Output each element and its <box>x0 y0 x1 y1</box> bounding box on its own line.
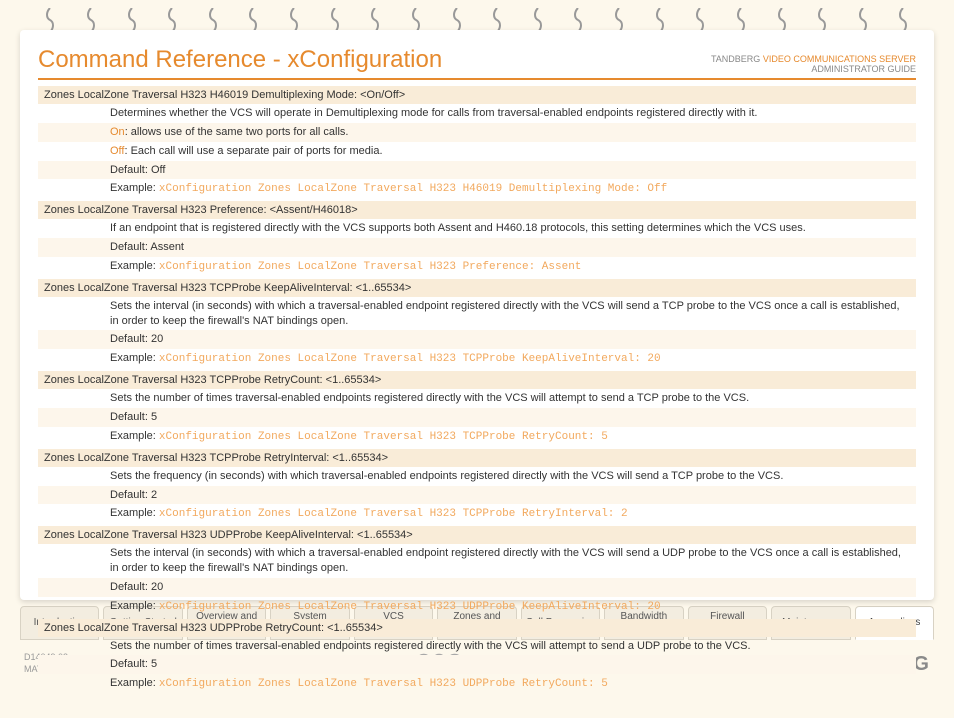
spiral-ring <box>816 8 828 32</box>
spiral-ring <box>369 8 381 32</box>
spiral-ring <box>166 8 178 32</box>
detail-line: Sets the frequency (in seconds) with whi… <box>38 467 916 486</box>
detail-line: Sets the interval (in seconds) with whic… <box>38 297 916 331</box>
example-line: Example: xConfiguration Zones LocalZone … <box>38 674 916 694</box>
detail-line: Sets the interval (in seconds) with whic… <box>38 544 916 578</box>
command-header: Zones LocalZone Traversal H323 UDPProbe … <box>38 526 916 544</box>
example-label: Example: <box>110 260 159 272</box>
command-header: Zones LocalZone Traversal H323 UDPProbe … <box>38 619 916 637</box>
spiral-ring <box>126 8 138 32</box>
example-label: Example: <box>110 182 159 194</box>
page-body: Command Reference - xConfiguration TANDB… <box>20 30 934 600</box>
example-label: Example: <box>110 600 159 612</box>
command-header: Zones LocalZone Traversal H323 Preferenc… <box>38 201 916 219</box>
detail-line: Sets the number of times traversal-enabl… <box>38 389 916 408</box>
command-header: Zones LocalZone Traversal H323 TCPProbe … <box>38 371 916 389</box>
example-code: xConfiguration Zones LocalZone Traversal… <box>159 678 608 690</box>
example-line: Example: xConfiguration Zones LocalZone … <box>38 427 916 447</box>
detail-line: Default: 20 <box>38 330 916 349</box>
detail-line: Default: Assent <box>38 238 916 257</box>
example-line: Example: xConfiguration Zones LocalZone … <box>38 597 916 617</box>
command-header: Zones LocalZone Traversal H323 TCPProbe … <box>38 449 916 467</box>
page-title: Command Reference - xConfiguration <box>38 46 442 74</box>
example-code: xConfiguration Zones LocalZone Traversal… <box>159 431 608 443</box>
example-line: Example: xConfiguration Zones LocalZone … <box>38 504 916 524</box>
detail-line: Sets the number of times traversal-enabl… <box>38 637 916 656</box>
detail-line: Off: Each call will use a separate pair … <box>38 142 916 161</box>
spiral-ring <box>897 8 909 32</box>
spiral-ring <box>491 8 503 32</box>
spiral-ring <box>613 8 625 32</box>
spiral-ring <box>288 8 300 32</box>
option-desc: : allows use of the same two ports for a… <box>125 126 349 138</box>
brand-name: TANDBERG <box>711 54 760 64</box>
spiral-ring <box>85 8 97 32</box>
spiral-ring <box>857 8 869 32</box>
product-name: VIDEO COMMUNICATIONS SERVER <box>763 54 916 64</box>
spiral-ring <box>44 8 56 32</box>
spiral-ring <box>451 8 463 32</box>
spiral-ring <box>735 8 747 32</box>
detail-line: If an endpoint that is registered direct… <box>38 219 916 238</box>
detail-line: Default: 5 <box>38 408 916 427</box>
guide-name: ADMINISTRATOR GUIDE <box>811 64 916 74</box>
example-label: Example: <box>110 507 159 519</box>
command-header: Zones LocalZone Traversal H323 TCPProbe … <box>38 279 916 297</box>
spiral-ring <box>776 8 788 32</box>
spiral-ring <box>247 8 259 32</box>
detail-line: On: allows use of the same two ports for… <box>38 123 916 142</box>
example-line: Example: xConfiguration Zones LocalZone … <box>38 257 916 277</box>
spiral-binding <box>0 0 954 30</box>
example-code: xConfiguration Zones LocalZone Traversal… <box>159 353 661 365</box>
header-right: TANDBERG VIDEO COMMUNICATIONS SERVER ADM… <box>711 54 916 74</box>
spiral-ring <box>329 8 341 32</box>
spiral-ring <box>694 8 706 32</box>
example-line: Example: xConfiguration Zones LocalZone … <box>38 179 916 199</box>
spiral-ring <box>532 8 544 32</box>
example-label: Example: <box>110 352 159 364</box>
detail-line: Determines whether the VCS will operate … <box>38 104 916 123</box>
detail-line: Default: 2 <box>38 486 916 505</box>
example-code: xConfiguration Zones LocalZone Traversal… <box>159 261 581 273</box>
example-label: Example: <box>110 430 159 442</box>
example-code: xConfiguration Zones LocalZone Traversal… <box>159 183 667 195</box>
spiral-ring <box>410 8 422 32</box>
spiral-ring <box>654 8 666 32</box>
example-label: Example: <box>110 677 159 689</box>
option-desc: : Each call will use a separate pair of … <box>124 145 382 157</box>
spiral-ring <box>572 8 584 32</box>
detail-line: Default: Off <box>38 161 916 180</box>
option-label: Off <box>110 145 124 157</box>
detail-line: Default: 5 <box>38 655 916 674</box>
example-code: xConfiguration Zones LocalZone Traversal… <box>159 508 628 520</box>
detail-line: Default: 20 <box>38 578 916 597</box>
spiral-ring <box>207 8 219 32</box>
option-label: On <box>110 126 125 138</box>
example-line: Example: xConfiguration Zones LocalZone … <box>38 349 916 369</box>
example-code: xConfiguration Zones LocalZone Traversal… <box>159 601 661 613</box>
command-header: Zones LocalZone Traversal H323 H46019 De… <box>38 86 916 104</box>
